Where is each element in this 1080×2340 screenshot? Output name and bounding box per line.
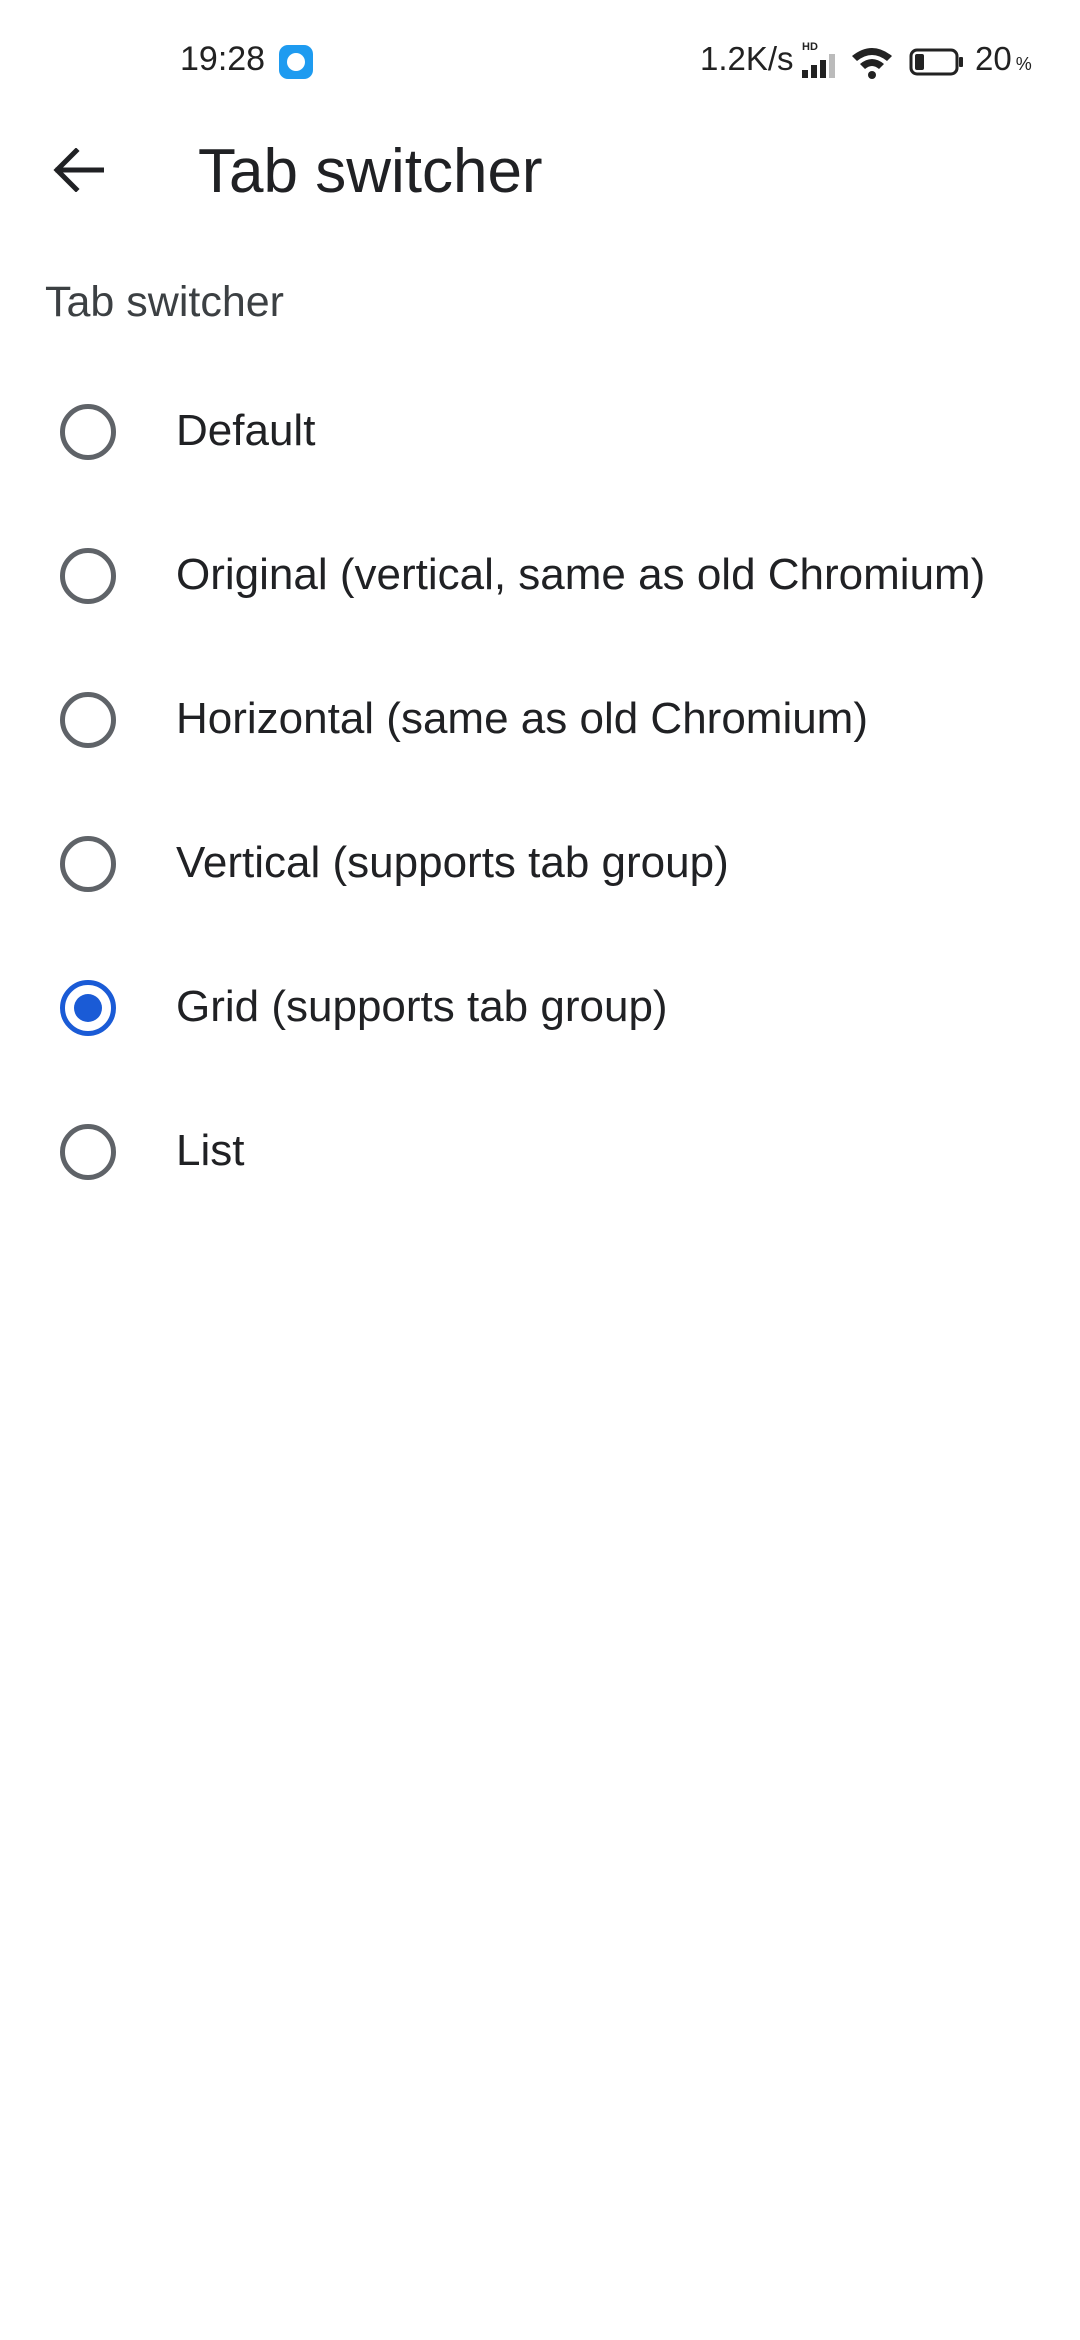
radio-button[interactable] <box>60 1124 116 1180</box>
option-label: Vertical (supports tab group) <box>176 838 729 887</box>
toolbar: Tab switcher <box>0 126 1080 286</box>
radio-button[interactable] <box>60 548 116 604</box>
section-header: Tab switcher <box>45 278 284 326</box>
status-time: 19:28 <box>180 40 266 78</box>
battery-percent-unit: % <box>1015 54 1032 74</box>
option-label: List <box>176 1126 245 1175</box>
back-button[interactable] <box>40 132 116 208</box>
option-label: Horizontal (same as old Chromium) <box>176 694 868 743</box>
status-bar: 19:28 1.2K/s HD 20% <box>0 0 1080 126</box>
network-speed: 1.2K/s <box>700 40 794 77</box>
option-grid[interactable]: Grid (supports tab group) <box>0 936 1080 1080</box>
radio-button[interactable] <box>60 980 116 1036</box>
battery-icon <box>909 48 963 76</box>
radio-button[interactable] <box>60 692 116 748</box>
option-original[interactable]: Original (vertical, same as old Chromium… <box>0 504 1080 648</box>
arrow-back-icon <box>53 148 104 192</box>
option-label: Default <box>176 406 316 455</box>
signal-icon <box>802 54 835 78</box>
option-vertical[interactable]: Vertical (supports tab group) <box>0 792 1080 936</box>
option-horizontal[interactable]: Horizontal (same as old Chromium) <box>0 648 1080 792</box>
option-label: Original (vertical, same as old Chromium… <box>176 550 986 599</box>
radio-button[interactable] <box>60 404 116 460</box>
hd-badge: HD <box>802 41 818 53</box>
option-list[interactable]: List <box>0 1080 1080 1224</box>
app-notification-icon <box>279 45 313 79</box>
radio-button[interactable] <box>60 836 116 892</box>
page-title: Tab switcher <box>198 137 543 206</box>
option-label: Grid (supports tab group) <box>176 982 668 1031</box>
wifi-icon <box>852 48 892 79</box>
battery-percent-value: 20 <box>975 40 1012 77</box>
tab-switcher-options: Default Original (vertical, same as old … <box>0 360 1080 1224</box>
battery-percent: 20% <box>975 40 1032 78</box>
option-default[interactable]: Default <box>0 360 1080 504</box>
